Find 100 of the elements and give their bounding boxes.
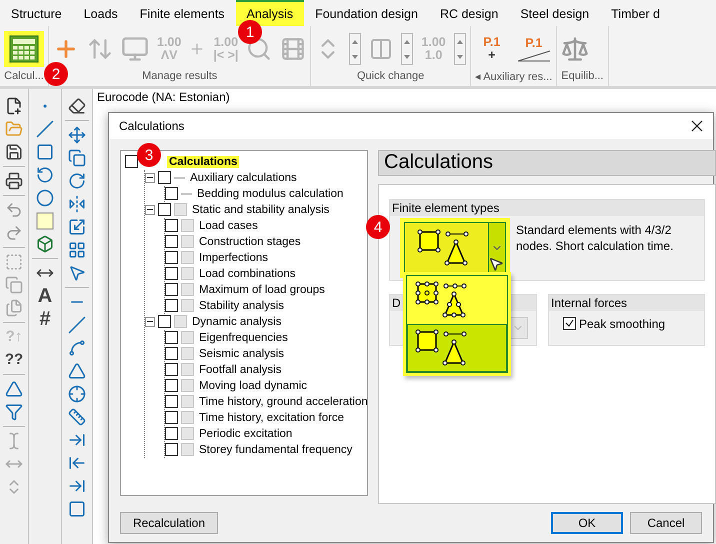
tree-item[interactable]: Load cases xyxy=(197,220,260,232)
tree-item[interactable]: Storey fundamental frequency xyxy=(197,444,354,456)
crosshair-icon[interactable] xyxy=(68,385,86,403)
tree-checkbox[interactable] xyxy=(165,395,178,408)
collapse-toggle[interactable] xyxy=(145,316,155,327)
pointer-icon[interactable] xyxy=(68,264,86,282)
tree-checkbox[interactable] xyxy=(125,155,138,168)
tree-item[interactable]: Load combinations xyxy=(197,268,298,280)
tree-item[interactable]: Auxiliary calculations xyxy=(188,172,299,184)
rectangle-icon[interactable] xyxy=(68,500,86,518)
collapse-toggle[interactable] xyxy=(145,172,155,183)
ribbon-tab[interactable]: Steel design xyxy=(509,0,600,26)
balance-icon[interactable] xyxy=(561,35,590,63)
ribbon-tab[interactable]: Finite elements xyxy=(128,0,236,26)
rectangle-icon[interactable] xyxy=(36,143,54,161)
tree-item[interactable]: Stability analysis xyxy=(197,300,286,312)
collapse-toggle[interactable] xyxy=(145,204,155,215)
surface-icon[interactable] xyxy=(36,212,54,230)
group-title: Internal forces xyxy=(549,294,704,311)
result-button[interactable]: P.1 + xyxy=(474,36,509,62)
dialog-button[interactable]: OK xyxy=(551,512,623,534)
tree-checkbox[interactable] xyxy=(165,411,178,424)
tree-checkbox[interactable] xyxy=(165,347,178,360)
close-icon[interactable] xyxy=(691,120,703,132)
question-glyph[interactable]: ?? xyxy=(4,351,24,369)
tree-checkbox[interactable] xyxy=(165,379,178,392)
undo-icon[interactable] xyxy=(5,201,23,219)
eraser-icon[interactable] xyxy=(68,97,86,115)
tree-checkbox[interactable] xyxy=(165,187,178,200)
solid-icon[interactable] xyxy=(36,235,54,253)
rotate-icon[interactable] xyxy=(68,172,86,190)
move-icon[interactable] xyxy=(68,126,86,144)
tree-checkbox[interactable] xyxy=(158,171,171,184)
tree-item[interactable]: Imperfections xyxy=(197,252,270,264)
calculation-button[interactable] xyxy=(4,31,44,67)
ribbon-tab[interactable]: Foundation design xyxy=(304,0,429,26)
ribbon-tab[interactable]: RC design xyxy=(428,0,510,26)
spin-buttons[interactable] xyxy=(401,33,414,65)
tree-checkbox[interactable] xyxy=(165,331,178,344)
numbering-glyph[interactable]: # xyxy=(39,310,51,328)
tree-item[interactable]: Eigenfrequencies xyxy=(197,332,290,344)
triangle-icon[interactable] xyxy=(68,362,86,380)
tree-item[interactable]: Dynamic analysis xyxy=(190,316,284,328)
dropdown-option[interactable] xyxy=(407,324,507,372)
ruler-icon[interactable] xyxy=(68,408,86,426)
tree-checkbox[interactable] xyxy=(165,267,178,280)
copy-icon[interactable] xyxy=(68,149,86,167)
tree-checkbox[interactable] xyxy=(165,235,178,248)
tree-checkbox[interactable] xyxy=(165,283,178,296)
checkbox[interactable] xyxy=(563,317,576,330)
group-label: Calcul... xyxy=(4,70,44,82)
dialog-button[interactable]: Cancel xyxy=(630,512,702,534)
ribbon-tab[interactable]: Structure xyxy=(0,0,73,26)
ribbon-tab[interactable]: Loads xyxy=(72,0,129,26)
tree-checkbox[interactable] xyxy=(165,251,178,264)
tree-item[interactable]: Time history, excitation force xyxy=(197,412,346,424)
mirror-icon[interactable] xyxy=(68,195,86,213)
tree-item[interactable]: Seismic analysis xyxy=(197,348,286,360)
circle-icon[interactable] xyxy=(36,189,54,207)
dialog-button[interactable]: Recalculation xyxy=(120,512,218,534)
tree-checkbox[interactable] xyxy=(165,427,178,440)
line-icon[interactable] xyxy=(68,316,86,334)
ribbon-tab[interactable]: Analysis xyxy=(236,0,304,26)
triangle-ruler-icon[interactable] xyxy=(5,380,23,398)
save-icon[interactable] xyxy=(5,143,23,161)
ribbon-tab[interactable]: Timber d xyxy=(600,0,671,26)
arc-icon[interactable] xyxy=(36,166,54,184)
redo-icon[interactable] xyxy=(5,224,23,242)
tree-checkbox[interactable] xyxy=(158,315,171,328)
arc-icon[interactable] xyxy=(68,339,86,357)
text-tool-glyph[interactable]: A xyxy=(38,287,52,305)
filter-icon[interactable] xyxy=(5,403,23,421)
tree-item[interactable]: Calculations xyxy=(167,156,240,168)
scale-icon[interactable] xyxy=(68,218,86,236)
spin-buttons[interactable] xyxy=(349,33,362,65)
trim-icon[interactable] xyxy=(68,454,86,472)
extend-icon[interactable] xyxy=(68,477,86,495)
tree-checkbox[interactable] xyxy=(158,203,171,216)
tree-item[interactable]: Bedding modulus calculation xyxy=(195,188,346,200)
tree-item[interactable]: Periodic excitation xyxy=(197,428,294,440)
spin-buttons[interactable] xyxy=(454,33,466,65)
extend-icon[interactable] xyxy=(68,431,86,449)
dropdown-option[interactable] xyxy=(407,276,507,324)
tree-item[interactable]: Moving load dynamic xyxy=(197,380,310,392)
array-icon[interactable] xyxy=(68,241,86,259)
tree-item[interactable]: Time history, ground acceleration xyxy=(197,396,370,408)
tree-checkbox[interactable] xyxy=(165,299,178,312)
printer-icon[interactable] xyxy=(5,172,23,190)
tree-item[interactable]: Maximum of load groups xyxy=(197,284,327,296)
tree-item[interactable]: Static and stability analysis xyxy=(190,204,332,216)
tree-item[interactable]: Footfall analysis xyxy=(197,364,284,376)
tree-checkbox[interactable] xyxy=(165,443,178,456)
tree-checkbox[interactable] xyxy=(165,363,178,376)
tree-item[interactable]: Construction stages xyxy=(197,236,303,248)
mouse-cursor-icon xyxy=(488,256,504,272)
new-file-icon[interactable] xyxy=(5,97,23,115)
line-icon[interactable] xyxy=(36,120,54,138)
status-square xyxy=(181,267,194,280)
search-icon[interactable] xyxy=(246,36,272,62)
tree-checkbox[interactable] xyxy=(165,219,178,232)
